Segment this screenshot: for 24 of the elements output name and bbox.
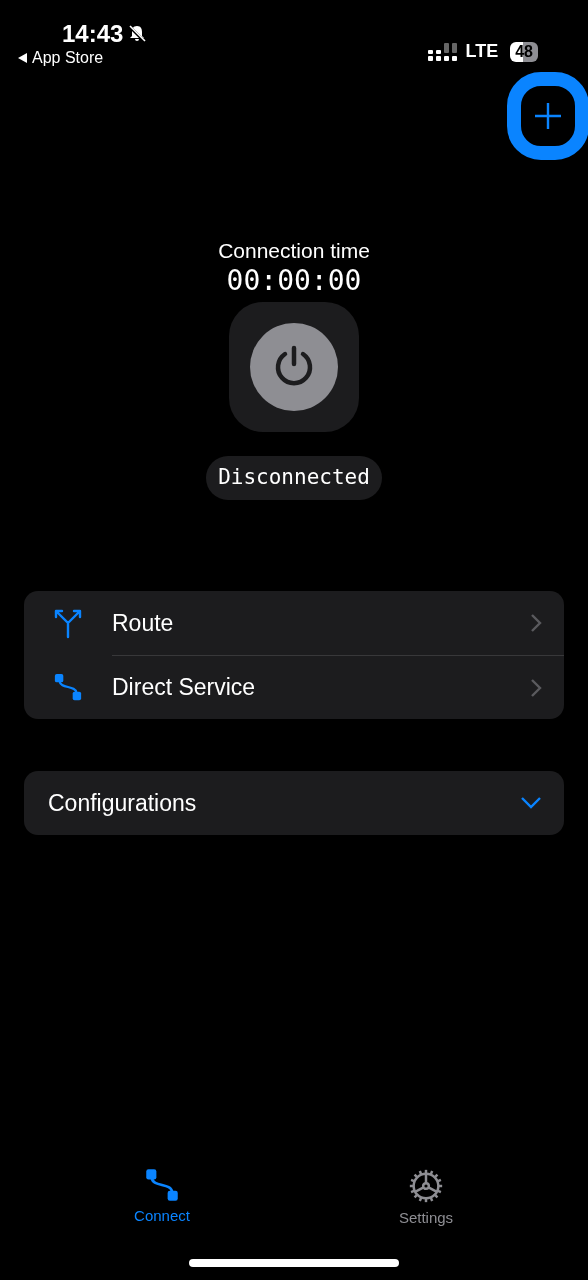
muted-bell-icon [127, 24, 148, 44]
menu-item-label: Direct Service [112, 673, 257, 703]
back-triangle-icon [18, 53, 28, 63]
status-badge: Disconnected [206, 456, 382, 500]
power-button[interactable] [229, 302, 359, 432]
network-label: LTE [465, 40, 499, 63]
tab[interactable]: Settings [366, 1166, 486, 1229]
connector-icon [53, 672, 83, 702]
signal-icon [427, 42, 458, 61]
menu-item[interactable]: Route [24, 591, 564, 655]
configurations-dropdown[interactable]: Configurations [24, 771, 564, 835]
back-link[interactable]: App Store [18, 50, 104, 66]
status-time: 14:43 [62, 22, 124, 46]
tab[interactable]: Connect [102, 1166, 222, 1229]
connector-icon [144, 1166, 180, 1203]
plus-icon [534, 102, 562, 130]
add-button[interactable] [507, 72, 588, 160]
chevron-right-icon [530, 613, 542, 633]
connection-time-label: Connection time [218, 238, 370, 264]
menu-item[interactable]: Direct Service [24, 655, 564, 719]
menu-item-label: Route [112, 608, 175, 638]
chevron-right-icon [530, 677, 542, 698]
connection-timer: 00:00:00 [226, 264, 362, 298]
fork-arrows-icon [52, 607, 84, 639]
